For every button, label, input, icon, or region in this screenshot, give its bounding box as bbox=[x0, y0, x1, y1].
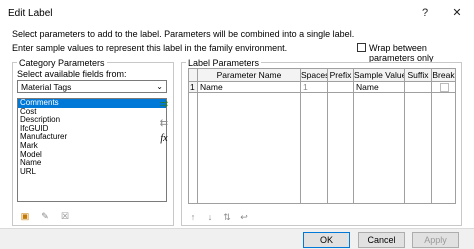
list-item-comments[interactable]: Comments bbox=[18, 99, 166, 108]
category-parameters-title: Category Parameters bbox=[17, 58, 107, 68]
column-header-prefix[interactable]: Prefix bbox=[328, 69, 354, 82]
label-parameters-title: Label Parameters bbox=[186, 58, 262, 68]
grid-line bbox=[431, 93, 432, 203]
edit-parameter-icon[interactable]: ✎ bbox=[38, 211, 52, 222]
wrap-checkbox[interactable] bbox=[357, 43, 366, 52]
list-item-url[interactable]: URL bbox=[18, 167, 166, 177]
add-parameter-icon[interactable]: ⇉ bbox=[157, 99, 171, 111]
column-header-suffix[interactable]: Suffix bbox=[405, 69, 432, 82]
delete-parameter-icon[interactable]: ☒ bbox=[58, 211, 72, 222]
window-title: Edit Label bbox=[8, 8, 53, 19]
wrap-checkbox-label[interactable]: Wrap between parameters only bbox=[369, 43, 474, 63]
grid-line bbox=[327, 93, 328, 203]
remove-parameter-icon[interactable]: ⇇ bbox=[157, 118, 171, 130]
move-up-icon[interactable]: ↑ bbox=[186, 212, 200, 223]
help-button[interactable]: ? bbox=[414, 4, 436, 22]
cell-parameter-name[interactable]: Name bbox=[198, 82, 301, 93]
cell-suffix[interactable] bbox=[405, 82, 432, 93]
new-parameter-icon[interactable]: ▣ bbox=[18, 211, 32, 222]
break-checkbox[interactable] bbox=[440, 83, 449, 92]
column-header-spaces[interactable]: Spaces bbox=[301, 69, 328, 82]
source-dropdown-value: Material Tags bbox=[21, 82, 72, 92]
cancel-button[interactable]: Cancel bbox=[358, 232, 405, 248]
cell-spaces[interactable]: 1 bbox=[301, 82, 328, 93]
grid-line bbox=[197, 93, 198, 203]
wrap-icon[interactable]: ↩ bbox=[237, 212, 251, 223]
list-item-manufacturer[interactable]: Manufacturer bbox=[18, 133, 166, 142]
instruction-line-2: Enter sample values to represent this la… bbox=[12, 43, 288, 53]
label-parameters-grid[interactable]: Parameter Name Spaces Prefix Sample Valu… bbox=[188, 68, 456, 204]
row-number-header bbox=[189, 69, 198, 82]
grid-line bbox=[404, 93, 405, 203]
source-dropdown[interactable]: Material Tags ⌄ bbox=[17, 80, 167, 93]
apply-button[interactable]: Apply bbox=[412, 232, 459, 248]
sort-icon[interactable]: ⇅ bbox=[220, 212, 234, 223]
column-header-sample-value[interactable]: Sample Value bbox=[354, 69, 405, 82]
column-header-parameter-name[interactable]: Parameter Name bbox=[198, 69, 301, 82]
close-button[interactable]: ✕ bbox=[446, 4, 468, 22]
fields-label: Select available fields from: bbox=[17, 69, 127, 79]
row-number: 1 bbox=[189, 82, 198, 93]
chevron-down-icon: ⌄ bbox=[156, 82, 163, 91]
grid-line bbox=[353, 93, 354, 203]
list-item-name[interactable]: Name bbox=[18, 159, 166, 168]
fields-list[interactable]: Comments Cost Description IfcGUID Manufa… bbox=[17, 98, 167, 202]
cell-sample-value[interactable]: Name bbox=[354, 82, 405, 93]
title-bar bbox=[0, 0, 474, 26]
grid-line bbox=[300, 93, 301, 203]
column-header-break[interactable]: Break bbox=[432, 69, 455, 82]
cell-prefix[interactable] bbox=[328, 82, 354, 93]
ok-button[interactable]: OK bbox=[303, 232, 350, 248]
edit-formula-icon[interactable]: fx bbox=[157, 133, 171, 145]
cell-break[interactable] bbox=[432, 82, 455, 93]
instruction-line-1: Select parameters to add to the label. P… bbox=[12, 29, 355, 39]
move-down-icon[interactable]: ↓ bbox=[203, 212, 217, 223]
